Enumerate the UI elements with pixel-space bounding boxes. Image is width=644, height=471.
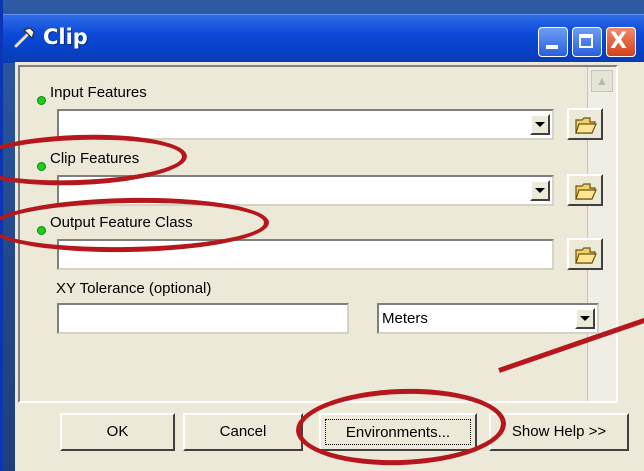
close-button[interactable]: X: [606, 27, 636, 57]
window-title: Clip: [43, 25, 88, 49]
maximize-icon: [579, 34, 593, 48]
minimize-button[interactable]: [538, 27, 568, 57]
required-indicator-icon: [37, 96, 46, 105]
xy-tolerance-units-select[interactable]: Meters: [377, 303, 599, 334]
output-feature-class-label: Output Feature Class: [50, 214, 193, 231]
units-dropdown-button[interactable]: [575, 308, 595, 329]
minimize-icon: [546, 45, 558, 49]
open-folder-icon: [575, 247, 597, 264]
open-folder-icon: [575, 183, 597, 200]
environments-button[interactable]: Environments...: [319, 413, 477, 451]
title-bar[interactable]: Clip X: [3, 14, 644, 63]
input-features-dropdown-button[interactable]: [530, 114, 550, 135]
xy-tolerance-field[interactable]: [57, 303, 349, 334]
dialog-client-area: ▲ Input Features Clip Features Output Fe…: [15, 62, 644, 471]
hammer-icon: [14, 27, 35, 48]
clip-features-browse-button[interactable]: [567, 174, 603, 206]
input-features-browse-button[interactable]: [567, 108, 603, 140]
required-indicator-icon: [37, 226, 46, 235]
clip-features-label: Clip Features: [50, 150, 140, 167]
input-features-field[interactable]: [57, 109, 554, 140]
cancel-button[interactable]: Cancel: [183, 413, 303, 451]
input-features-label: Input Features: [50, 84, 147, 101]
parameters-panel: ▲ Input Features Clip Features Output Fe…: [18, 65, 618, 403]
xy-tolerance-units-value: Meters: [382, 310, 428, 327]
xy-tolerance-label: XY Tolerance (optional): [56, 280, 212, 297]
show-help-button[interactable]: Show Help >>: [489, 413, 629, 451]
clip-features-field[interactable]: [57, 175, 554, 206]
scroll-up-button[interactable]: ▲: [591, 70, 613, 92]
output-feature-class-field[interactable]: [57, 239, 554, 270]
open-folder-icon: [575, 117, 597, 134]
clip-dialog-window: Clip X ▲ Input Features Clip Features Ou…: [0, 0, 644, 471]
maximize-button[interactable]: [572, 27, 602, 57]
output-feature-class-browse-button[interactable]: [567, 238, 603, 270]
required-indicator-icon: [37, 162, 46, 171]
ok-button[interactable]: OK: [60, 413, 175, 451]
close-icon: X: [610, 29, 627, 54]
environments-button-label: Environments...: [325, 419, 471, 445]
clip-features-dropdown-button[interactable]: [530, 180, 550, 201]
